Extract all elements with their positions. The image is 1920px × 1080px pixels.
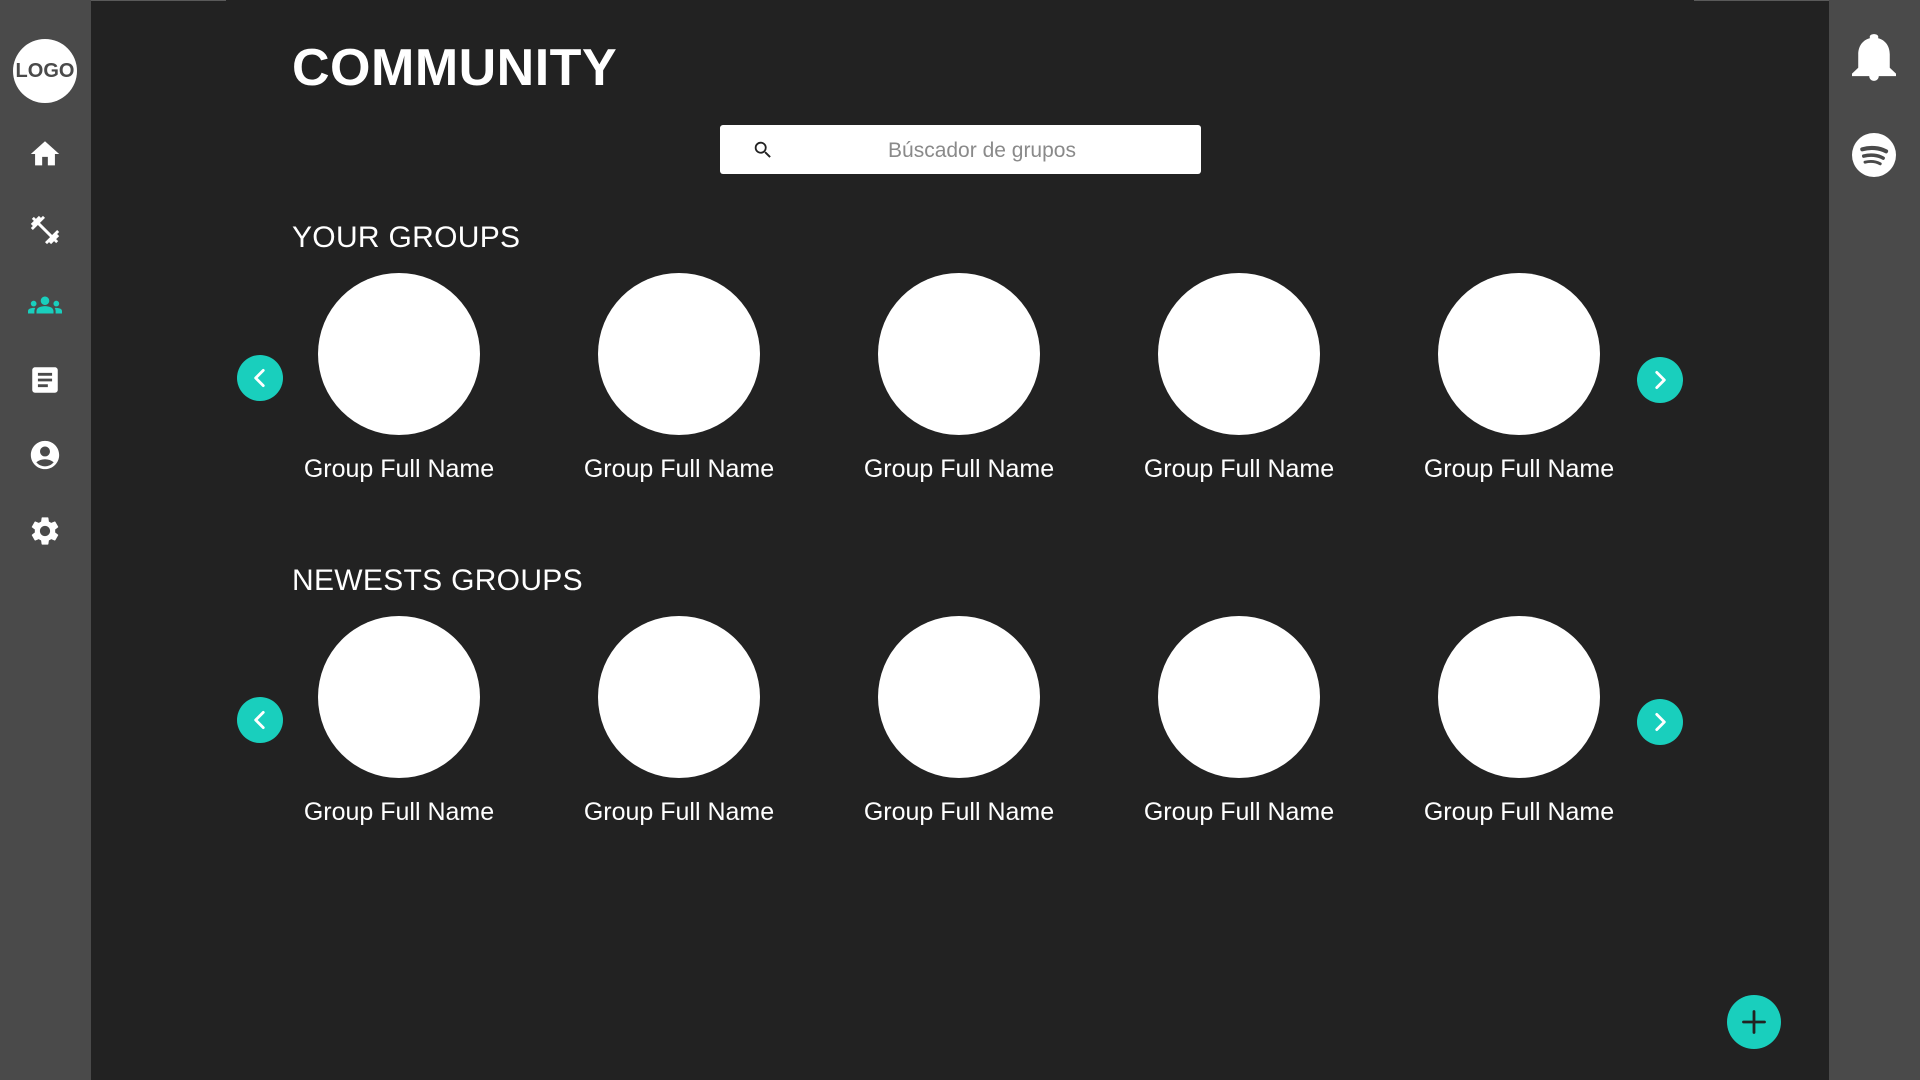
group-search[interactable] [720, 125, 1201, 176]
spotify-icon[interactable] [1852, 133, 1896, 177]
newest-group-card[interactable]: Group Full Name [1119, 616, 1359, 827]
chevron-left-icon [254, 711, 265, 729]
newest-group-card[interactable]: Group Full Name [1399, 616, 1639, 827]
chevron-left-icon [254, 369, 265, 387]
search-icon[interactable] [752, 139, 774, 161]
sidebar-item-notes[interactable] [24, 359, 66, 401]
your-groups-next-button[interactable] [1637, 357, 1683, 403]
search-input[interactable] [780, 125, 1184, 176]
top-divider-left [91, 0, 226, 1]
your-group-card[interactable]: Group Full Name [1119, 273, 1359, 484]
group-name: Group Full Name [1423, 455, 1615, 483]
your-group-card[interactable]: Group Full Name [1399, 273, 1639, 484]
group-name: Group Full Name [303, 798, 495, 826]
group-avatar[interactable] [1438, 616, 1600, 778]
group-icon [28, 296, 62, 314]
sidebar-item-home[interactable] [24, 133, 66, 175]
newest-groups-next-button[interactable] [1637, 699, 1683, 745]
group-name: Group Full Name [1143, 798, 1335, 826]
sidebar-item-settings[interactable] [24, 510, 66, 552]
newest-group-card[interactable]: Group Full Name [559, 616, 799, 827]
newest-groups-title: NEWESTS GROUPS [292, 564, 583, 597]
group-avatar[interactable] [1158, 616, 1320, 778]
page-title: COMMUNITY [292, 39, 618, 97]
group-name: Group Full Name [583, 798, 775, 826]
group-avatar[interactable] [878, 616, 1040, 778]
newest-group-card[interactable]: Group Full Name [279, 616, 519, 827]
group-avatar[interactable] [1158, 273, 1320, 435]
group-name: Group Full Name [863, 798, 1055, 826]
your-group-card[interactable]: Group Full Name [839, 273, 1079, 484]
gear-icon [31, 517, 59, 545]
group-avatar[interactable] [598, 273, 760, 435]
sidebar-item-community[interactable] [24, 284, 66, 326]
account-circle-icon [30, 440, 60, 470]
add-group-button[interactable] [1727, 995, 1781, 1049]
dumbbell-icon [30, 215, 60, 245]
newest-groups-prev-button[interactable] [237, 697, 283, 743]
group-avatar[interactable] [318, 616, 480, 778]
logo[interactable]: LOGO [13, 39, 77, 103]
document-icon [32, 367, 58, 393]
group-avatar[interactable] [1438, 273, 1600, 435]
group-name: Group Full Name [303, 455, 495, 483]
bell-icon[interactable] [1852, 34, 1896, 82]
top-divider-right [1694, 0, 1829, 1]
sidebar-item-profile[interactable] [24, 434, 66, 476]
group-name: Group Full Name [583, 455, 775, 483]
your-groups-title: YOUR GROUPS [292, 221, 521, 254]
your-groups-prev-button[interactable] [237, 355, 283, 401]
plus-icon [1742, 1010, 1766, 1034]
group-avatar[interactable] [318, 273, 480, 435]
group-avatar[interactable] [598, 616, 760, 778]
your-group-card[interactable]: Group Full Name [559, 273, 799, 484]
group-name: Group Full Name [863, 455, 1055, 483]
group-name: Group Full Name [1423, 798, 1615, 826]
newest-group-card[interactable]: Group Full Name [839, 616, 1079, 827]
group-name: Group Full Name [1143, 455, 1335, 483]
left-sidebar: LOGO [0, 0, 91, 1080]
your-group-card[interactable]: Group Full Name [279, 273, 519, 484]
group-avatar[interactable] [878, 273, 1040, 435]
sidebar-item-workouts[interactable] [24, 209, 66, 251]
home-icon [30, 141, 60, 166]
chevron-right-icon [1655, 371, 1666, 389]
chevron-right-icon [1655, 713, 1666, 731]
